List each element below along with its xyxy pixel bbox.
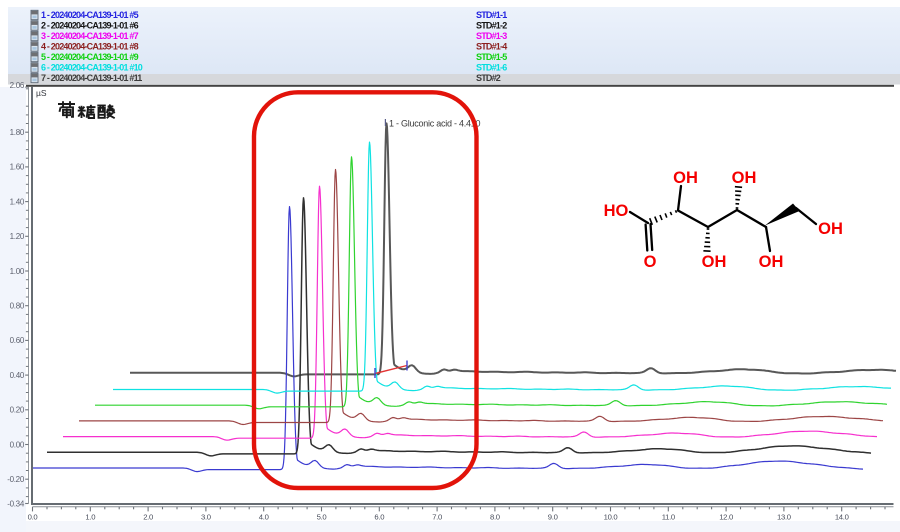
svg-text:2.0: 2.0 <box>143 513 153 522</box>
svg-text:5.0: 5.0 <box>317 513 327 522</box>
svg-text:5 - 20240204-CA139-1-01 #9: 5 - 20240204-CA139-1-01 #9 <box>41 52 139 62</box>
svg-text:11.0: 11.0 <box>662 513 675 522</box>
svg-text:1 - Gluconic acid - 4.410: 1 - Gluconic acid - 4.410 <box>389 119 481 129</box>
svg-text:0.40: 0.40 <box>10 371 25 380</box>
svg-text:0.00: 0.00 <box>10 440 25 449</box>
svg-text:1.20: 1.20 <box>10 232 25 241</box>
svg-text:-0.20: -0.20 <box>7 475 25 484</box>
svg-text:3 - 20240204-CA139-1-01 #7: 3 - 20240204-CA139-1-01 #7 <box>41 31 139 41</box>
svg-text:2 - 20240204-CA139-1-01 #6: 2 - 20240204-CA139-1-01 #6 <box>41 21 139 31</box>
svg-text:OH: OH <box>759 253 784 271</box>
svg-text:7.0: 7.0 <box>432 513 442 522</box>
svg-text:STD#1-4: STD#1-4 <box>476 42 507 52</box>
svg-text:OH: OH <box>818 220 843 238</box>
svg-text:STD#1-2: STD#1-2 <box>476 21 507 31</box>
svg-text:1.80: 1.80 <box>10 128 25 137</box>
svg-text:0.0: 0.0 <box>28 513 38 522</box>
svg-text:6 - 20240204-CA139-1-01 #10: 6 - 20240204-CA139-1-01 #10 <box>41 63 143 73</box>
svg-text:1.40: 1.40 <box>10 197 25 206</box>
svg-text:-0.34: -0.34 <box>7 499 25 508</box>
svg-text:13.0: 13.0 <box>777 513 791 522</box>
svg-text:1.00: 1.00 <box>10 267 25 276</box>
svg-text:7 - 20240204-CA139-1-01 #11: 7 - 20240204-CA139-1-01 #11 <box>41 73 142 83</box>
svg-text:12.0: 12.0 <box>719 513 733 522</box>
svg-text:6.0: 6.0 <box>374 513 384 522</box>
svg-text:1.0: 1.0 <box>85 513 95 522</box>
svg-text:0.20: 0.20 <box>10 406 25 415</box>
svg-text:4.0: 4.0 <box>259 513 269 522</box>
svg-text:3.0: 3.0 <box>201 513 211 522</box>
svg-text:OH: OH <box>673 169 698 187</box>
svg-text:OH: OH <box>732 169 757 187</box>
svg-text:STD#1-6: STD#1-6 <box>476 63 507 73</box>
svg-text:0.60: 0.60 <box>10 336 25 345</box>
svg-text:1 - 20240204-CA139-1-01 #5: 1 - 20240204-CA139-1-01 #5 <box>41 10 139 20</box>
svg-text:4 - 20240204-CA139-1-01 #8: 4 - 20240204-CA139-1-01 #8 <box>41 42 139 52</box>
svg-text:2.06: 2.06 <box>10 81 25 90</box>
svg-text:HO: HO <box>604 202 629 220</box>
svg-text:OH: OH <box>702 253 727 271</box>
svg-text:µS: µS <box>36 88 47 98</box>
svg-text:STD#1-5: STD#1-5 <box>476 52 507 62</box>
svg-text:O: O <box>644 253 657 271</box>
svg-text:1.60: 1.60 <box>10 163 25 172</box>
svg-text:14.0: 14.0 <box>835 513 849 522</box>
svg-text:9.0: 9.0 <box>548 513 558 522</box>
svg-text:STD#1-3: STD#1-3 <box>476 31 507 41</box>
svg-text:8.0: 8.0 <box>490 513 500 522</box>
svg-text:STD#2: STD#2 <box>476 73 501 83</box>
svg-text:10.0: 10.0 <box>604 513 618 522</box>
svg-text:STD#1-1: STD#1-1 <box>476 10 507 20</box>
svg-text:0.80: 0.80 <box>10 302 25 311</box>
